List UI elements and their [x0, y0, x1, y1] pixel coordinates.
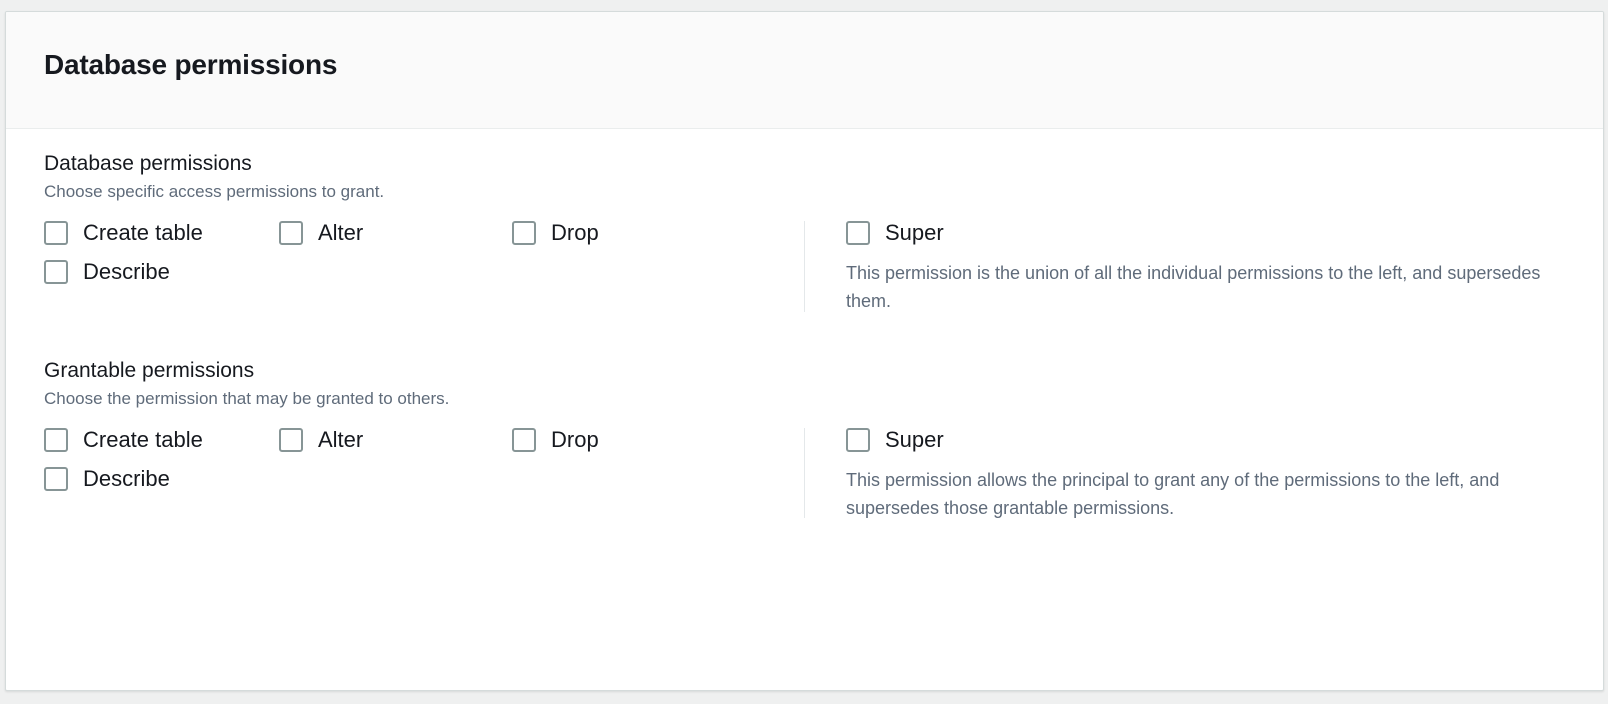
section-label-grantable-permissions: Grantable permissions: [44, 358, 255, 382]
section-columns: Create table Alter Drop Describe Super T…: [44, 217, 1565, 315]
permissions-column: Create table Alter Drop Describe: [44, 424, 804, 491]
checkbox-label: Super: [885, 426, 944, 452]
checkbox-describe[interactable]: Describe: [44, 259, 279, 285]
permissions-column: Create table Alter Drop Describe: [44, 217, 804, 285]
permissions-checkbox-grid: Create table Alter Drop Describe: [44, 220, 804, 285]
checkbox-label: Alter: [318, 220, 364, 246]
checkbox-label: Drop: [551, 426, 599, 452]
grantable-checkbox-drop[interactable]: Drop: [512, 426, 804, 452]
checkbox-box-icon[interactable]: [44, 221, 68, 246]
checkbox-drop[interactable]: Drop: [512, 220, 804, 246]
section-description-database-permissions: Choose specific access permissions to gr…: [44, 182, 385, 202]
section-database-permissions: Database permissions Choose specific acc…: [44, 151, 1565, 316]
checkbox-create-table[interactable]: Create table: [44, 220, 279, 246]
checkbox-label: Create table: [83, 220, 203, 246]
section-description-grantable-permissions: Choose the permission that may be grante…: [44, 388, 450, 408]
checkbox-box-icon[interactable]: [846, 427, 870, 452]
checkbox-box-icon[interactable]: [512, 427, 536, 452]
section-columns: Create table Alter Drop Describe Super T…: [44, 424, 1565, 522]
checkbox-label: Super: [885, 220, 944, 246]
checkbox-box-icon[interactable]: [44, 260, 68, 285]
checkbox-box-icon[interactable]: [279, 427, 303, 452]
grantable-checkbox-create-table[interactable]: Create table: [44, 426, 279, 452]
super-permission-description: This permission is the union of all the …: [846, 263, 1541, 312]
checkbox-label: Create table: [83, 426, 203, 452]
database-permissions-card: Database permissions Database permission…: [5, 11, 1604, 691]
checkbox-label: Describe: [83, 465, 170, 491]
checkbox-box-icon[interactable]: [279, 221, 303, 246]
checkbox-box-icon[interactable]: [44, 466, 68, 491]
card-header: Database permissions: [6, 12, 1603, 129]
grantable-checkbox-describe[interactable]: Describe: [44, 465, 279, 491]
grantable-checkbox-alter[interactable]: Alter: [279, 426, 512, 452]
card-body: Database permissions Choose specific acc…: [6, 129, 1603, 522]
checkbox-label: Alter: [318, 426, 364, 452]
permissions-checkbox-grid: Create table Alter Drop Describe: [44, 426, 804, 491]
checkbox-box-icon[interactable]: [44, 427, 68, 452]
checkbox-super[interactable]: Super: [846, 220, 1565, 246]
checkbox-box-icon[interactable]: [846, 221, 870, 246]
grantable-checkbox-super[interactable]: Super: [846, 426, 1565, 452]
super-permission-column: Super This permission is the union of al…: [805, 217, 1565, 315]
section-grantable-permissions: Grantable permissions Choose the permiss…: [44, 358, 1565, 523]
page-title: Database permissions: [44, 49, 338, 81]
super-permission-column: Super This permission allows the princip…: [805, 424, 1565, 522]
checkbox-alter[interactable]: Alter: [279, 220, 512, 246]
checkbox-box-icon[interactable]: [512, 221, 536, 246]
section-label-database-permissions: Database permissions: [44, 152, 252, 175]
super-permission-description: This permission allows the principal to …: [846, 469, 1500, 518]
checkbox-label: Drop: [551, 220, 599, 246]
checkbox-label: Describe: [83, 259, 170, 285]
